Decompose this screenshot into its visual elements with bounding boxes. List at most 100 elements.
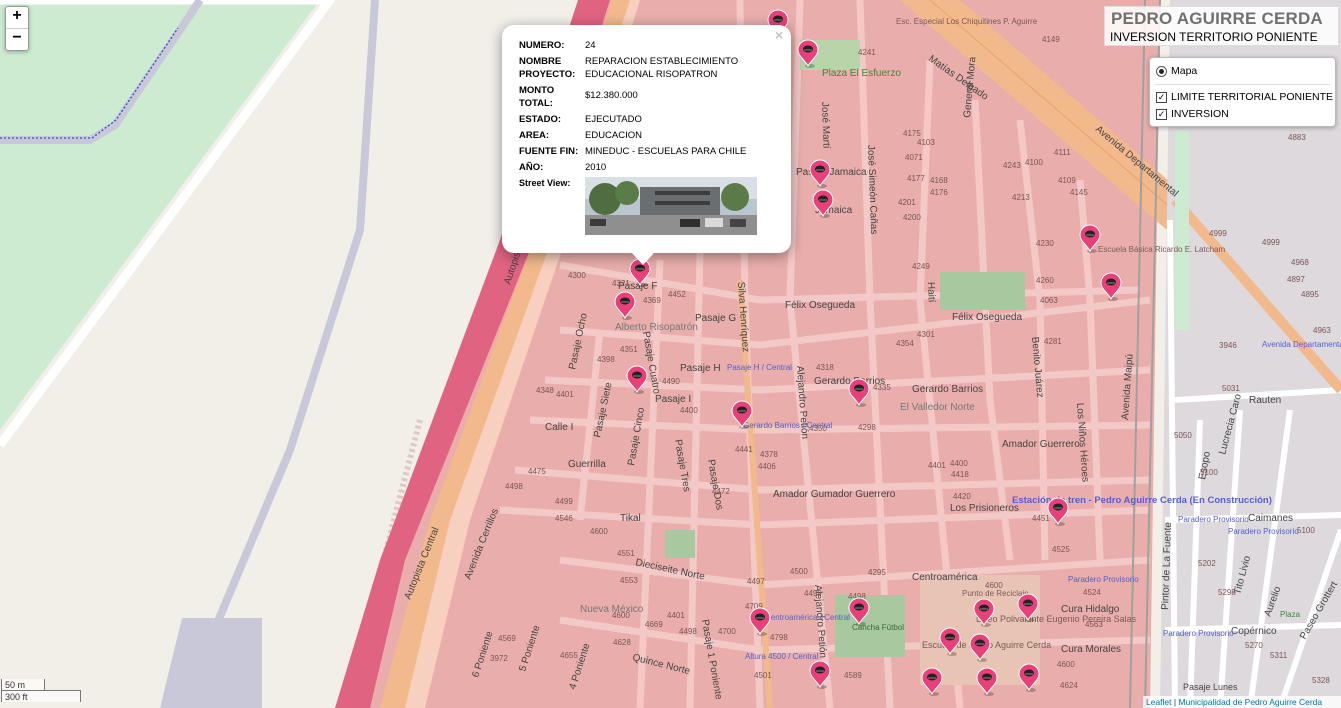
house-number: 3972 bbox=[490, 654, 508, 663]
popup-close-button[interactable]: × bbox=[775, 27, 783, 43]
zoom-in-button[interactable]: + bbox=[6, 7, 28, 28]
house-number: 4321 bbox=[612, 279, 630, 288]
attribution-leaflet-link[interactable]: Leaflet bbox=[1146, 697, 1172, 707]
layers-separator bbox=[1155, 84, 1330, 85]
label-punto-reciclaje: Punto de Reciclaje bbox=[962, 589, 1029, 598]
popup-row: NUMERO: 24 bbox=[517, 38, 765, 54]
house-number: 4525 bbox=[1052, 545, 1070, 554]
house-number: 4452 bbox=[668, 290, 686, 299]
popup-row-key: MONTO TOTAL: bbox=[519, 85, 555, 109]
house-number: 4999 bbox=[1262, 238, 1280, 247]
popup-row-key: NOMBRE PROYECTO: bbox=[519, 56, 576, 80]
house-number: 4546 bbox=[555, 514, 573, 523]
label-paradero-4: Paradero Provisorio bbox=[1163, 629, 1234, 638]
house-number: 4369 bbox=[643, 296, 661, 305]
label-paradero-2: Paradero Provisorio bbox=[1228, 527, 1299, 536]
house-number: 4600 bbox=[612, 611, 630, 620]
layer-inversion[interactable]: ✓ INVERSION bbox=[1156, 107, 1229, 121]
popup-row-value: MINEDUC - ESCUELAS PARA CHILE bbox=[585, 146, 747, 157]
house-number: 4475 bbox=[528, 467, 546, 476]
house-number: 4168 bbox=[930, 176, 948, 185]
popup-row-key: ESTADO: bbox=[519, 114, 562, 125]
layer-base-mapa[interactable]: Mapa bbox=[1156, 64, 1197, 78]
label-pasaje-lunes: Pasaje Lunes bbox=[1183, 682, 1238, 692]
street-view-image[interactable] bbox=[585, 177, 757, 235]
zoom-control: + − bbox=[5, 6, 29, 51]
attribution-source-link[interactable]: Municipalidad de Pedro Aguirre Cerda bbox=[1179, 697, 1323, 707]
popup-row-value: EJECUTADO bbox=[585, 114, 642, 125]
label-gerardo-barrios-2: Gerardo Barrios bbox=[912, 384, 983, 395]
house-number: 4406 bbox=[758, 462, 776, 471]
house-number: 4497 bbox=[747, 577, 765, 586]
popup-row-value: 24 bbox=[585, 40, 596, 51]
label-guerrilla: Guerrilla bbox=[568, 459, 606, 470]
attribution-separator: | bbox=[1173, 697, 1177, 707]
label-alberto-risopatron: Alberto Risopatrón bbox=[615, 322, 698, 333]
house-number: 4301 bbox=[917, 330, 935, 339]
house-number: 3946 bbox=[1219, 341, 1237, 350]
plaza-small bbox=[665, 530, 695, 558]
house-number: 5202 bbox=[1198, 559, 1216, 568]
label-amador-gumador-guerrero: Amador Gumador Guerrero bbox=[773, 489, 896, 500]
label-escuela-latcham: Escuela Básica Ricardo E. Latcham bbox=[1098, 245, 1226, 254]
house-number: 4243 bbox=[1003, 161, 1021, 170]
house-number: 4655 bbox=[560, 651, 578, 660]
house-number: 4401 bbox=[928, 461, 946, 470]
label-paradero-3: Paradero Provisorio bbox=[1068, 575, 1139, 584]
house-number: 4063 bbox=[1040, 296, 1058, 305]
house-number: 4589 bbox=[844, 671, 862, 680]
house-number: 5328 bbox=[1312, 676, 1330, 685]
house-number: 4241 bbox=[858, 48, 876, 57]
label-avenida-departamental-rangui: Avenida Departamental / Rangui bbox=[1262, 340, 1341, 349]
radio-icon[interactable] bbox=[1156, 65, 1167, 77]
popup-row: FUENTE FIN: MINEDUC - ESCUELAS PARA CHILE bbox=[517, 144, 765, 160]
house-number: 4145 bbox=[1070, 188, 1088, 197]
house-number: 5311 bbox=[1270, 651, 1288, 660]
house-number: 4378 bbox=[760, 450, 778, 459]
label-felix-oseguedа-2: Félix Oseguedа bbox=[952, 312, 1022, 323]
house-number: 4177 bbox=[907, 174, 925, 183]
layer-overlay2-label: INVERSION bbox=[1171, 108, 1229, 120]
popup-row-value: $12.380.000 bbox=[585, 90, 638, 101]
house-number: 4420 bbox=[953, 492, 971, 501]
label-el-valledor-norte: El Valledor Norte bbox=[900, 402, 975, 413]
green-strip bbox=[1175, 130, 1189, 330]
label-calle-i: Calle I bbox=[545, 422, 573, 433]
house-number: 4600 bbox=[590, 527, 608, 536]
popup-row-value: 2010 bbox=[585, 162, 607, 173]
house-number: 4400 bbox=[680, 406, 698, 415]
zoom-out-button[interactable]: − bbox=[6, 28, 28, 50]
attribution: Leaflet | Municipalidad de Pedro Aguirre… bbox=[1143, 696, 1341, 708]
house-number: 4298 bbox=[858, 423, 876, 432]
label-los-prisioneros: Los Prisioneros bbox=[950, 503, 1019, 514]
house-number: 4498 bbox=[505, 482, 523, 491]
popup-row: NOMBRE PROYECTO: REPARACION ESTABLECIMIEN… bbox=[517, 54, 765, 83]
label-rauten: Rauten bbox=[1249, 395, 1281, 406]
house-number: 4451 bbox=[1032, 514, 1050, 523]
house-number: 4348 bbox=[536, 386, 554, 395]
house-number: 4798 bbox=[770, 633, 788, 642]
label-altura-4500-central: Altura 4500 / Central bbox=[745, 652, 819, 661]
checkbox-checked-icon[interactable]: ✓ bbox=[1156, 91, 1167, 103]
layer-limite-territorial[interactable]: ✓ LIMITE TERRITORIAL PONIENTE bbox=[1156, 90, 1333, 104]
title-box: PEDRO AGUIRRE CERDA INVERSION TERRITORIO… bbox=[1104, 6, 1339, 46]
house-number: 4398 bbox=[597, 355, 615, 364]
house-number: 4501 bbox=[754, 671, 772, 680]
popup-row-value: EDUCACION bbox=[585, 130, 643, 141]
label-plaza-el-esfuerzo: Plaza El Esfuerzo bbox=[822, 68, 901, 79]
house-number: 4524 bbox=[1083, 588, 1101, 597]
house-number: 4401 bbox=[667, 611, 685, 620]
house-number: 4295 bbox=[868, 568, 886, 577]
house-number: 4563 bbox=[1085, 620, 1103, 629]
house-number: 4281 bbox=[1044, 337, 1062, 346]
house-number: 5270 bbox=[1245, 641, 1263, 650]
house-number: 4300 bbox=[568, 271, 586, 280]
house-number: 4400 bbox=[950, 459, 968, 468]
popup-details-table: NUMERO: 24 NOMBRE PROYECTO: REPARACION ESTA… bbox=[517, 38, 765, 237]
house-number: 5298 bbox=[1218, 588, 1236, 597]
house-number: 4499 bbox=[804, 589, 822, 598]
house-number: 4600 bbox=[985, 581, 1003, 590]
house-number: 5031 bbox=[1222, 384, 1240, 393]
label-centroamerica: Centroamérica bbox=[912, 572, 978, 583]
checkbox-checked-icon[interactable]: ✓ bbox=[1156, 108, 1167, 120]
